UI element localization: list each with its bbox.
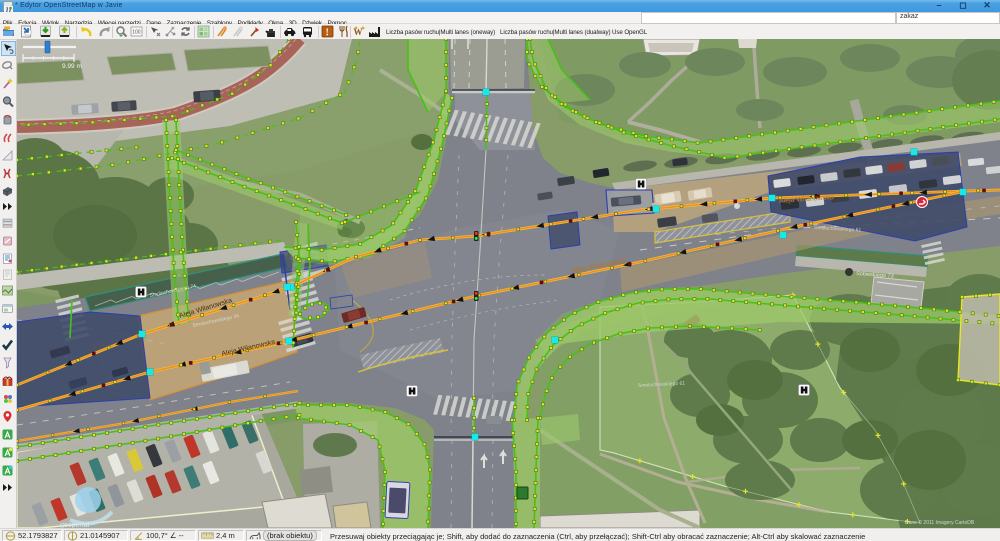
- svg-text:Dane © 2011 Imagery CartoDB: Dane © 2011 Imagery CartoDB: [905, 519, 975, 526]
- svg-text:100: 100: [132, 30, 141, 36]
- svg-text:9.99 m: 9.99 m: [62, 63, 82, 70]
- svg-text:!: !: [326, 28, 329, 39]
